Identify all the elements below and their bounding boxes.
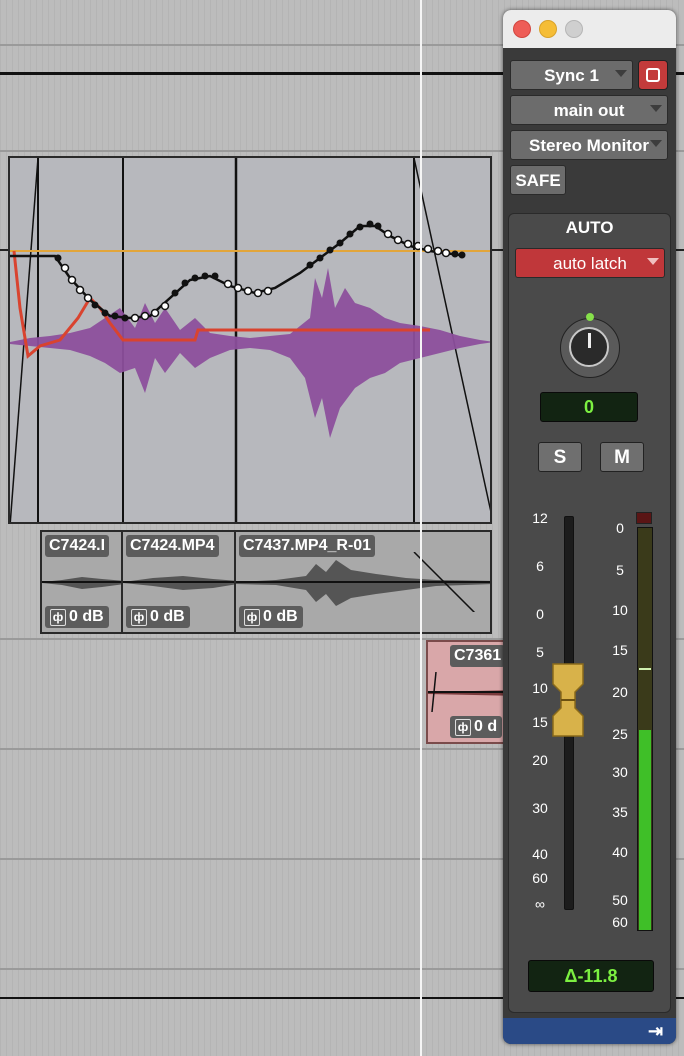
clip-gain-value: 0 dB bbox=[263, 608, 298, 625]
sync-label: Sync 1 bbox=[544, 66, 599, 85]
minimize-light[interactable] bbox=[539, 20, 557, 38]
sync-selector[interactable]: Sync 1 bbox=[510, 60, 633, 90]
meter-scale-label: 35 bbox=[612, 804, 628, 820]
fader-scale-label: ∞ bbox=[535, 896, 545, 912]
clip-waveform bbox=[42, 577, 121, 589]
zoom-light[interactable] bbox=[565, 20, 583, 38]
chevron-down-icon bbox=[615, 70, 627, 77]
clip-waveform bbox=[123, 576, 234, 590]
output-label: main out bbox=[553, 101, 625, 120]
monitor-label: Stereo Monitor bbox=[529, 136, 649, 155]
fader-scale-label: 30 bbox=[532, 800, 548, 816]
fader-scale-label: 6 bbox=[536, 558, 544, 574]
solo-button[interactable]: S bbox=[538, 442, 582, 472]
playhead[interactable] bbox=[420, 0, 422, 1056]
output-window[interactable]: Sync 1 main out Stereo Monitor SAFE AUTO… bbox=[503, 10, 676, 1044]
clip-gain-icon: ф bbox=[244, 609, 260, 626]
mute-button[interactable]: M bbox=[600, 442, 644, 472]
clip-name: C7424.I bbox=[45, 535, 110, 557]
clip-waveform bbox=[236, 552, 490, 612]
automation-mode-label: auto latch bbox=[553, 254, 627, 273]
fader-scale-label: 20 bbox=[532, 752, 548, 768]
safe-button[interactable]: SAFE bbox=[510, 165, 566, 195]
auto-header: AUTO bbox=[565, 218, 614, 237]
fader-scale-label: 5 bbox=[536, 644, 544, 660]
meter-scale-label: 20 bbox=[612, 684, 628, 700]
meter-scale-label: 10 bbox=[612, 602, 628, 618]
close-light[interactable] bbox=[513, 20, 531, 38]
meter-scale-label: 0 bbox=[616, 520, 624, 536]
clip-gain[interactable]: ф0 dB bbox=[45, 606, 109, 628]
fader-scale-label: 0 bbox=[536, 606, 544, 622]
window-bottom-bar: ⇥ bbox=[503, 1018, 676, 1044]
chevron-down-icon bbox=[650, 105, 662, 112]
clip-indicator[interactable] bbox=[636, 512, 652, 524]
chevron-down-icon bbox=[650, 140, 662, 147]
volume-fader[interactable] bbox=[551, 662, 585, 738]
audio-clip[interactable]: C7437.MP4_R-01 ф0 dB bbox=[234, 530, 492, 634]
target-icon bbox=[646, 68, 660, 82]
clip-gain-icon: ф bbox=[50, 609, 66, 626]
automation-mode-selector[interactable]: auto latch bbox=[515, 248, 665, 278]
clip-gain[interactable]: ф0 dB bbox=[126, 606, 190, 628]
level-meter bbox=[637, 527, 653, 931]
clip-gain-icon: ф bbox=[131, 609, 147, 626]
window-titlebar[interactable] bbox=[503, 10, 676, 48]
output-arrow-icon[interactable]: ⇥ bbox=[648, 1021, 663, 1042]
meter-scale-label: 5 bbox=[616, 562, 624, 578]
clip-gain-value: 0 d bbox=[474, 718, 498, 735]
target-button[interactable] bbox=[638, 60, 668, 90]
clip-name: C7437.MP4_R-01 bbox=[239, 535, 376, 557]
clip-gain[interactable]: ф0 d bbox=[450, 716, 503, 738]
clip-name: C7361 bbox=[450, 645, 506, 667]
pan-readout[interactable]: 0 bbox=[540, 392, 638, 422]
audio-clip[interactable]: C7424.MP4 ф0 dB bbox=[121, 530, 236, 634]
meter-scale-label: 40 bbox=[612, 844, 628, 860]
pan-indicator-light bbox=[586, 313, 594, 321]
chevron-down-icon bbox=[647, 258, 659, 265]
monitor-selector[interactable]: Stereo Monitor bbox=[510, 130, 668, 160]
pan-knob-pointer bbox=[588, 333, 591, 348]
fader-scale-label: 40 bbox=[532, 846, 548, 862]
channel-strip: AUTO auto latch 0 S M 12 6 0 5 10 15 20 30 40 60 ∞ bbox=[508, 213, 671, 1013]
meter-scale-label: 15 bbox=[612, 642, 628, 658]
volume-readout[interactable]: Δ-11.8 bbox=[528, 960, 654, 992]
meter-scale-label: 25 bbox=[612, 726, 628, 742]
output-selector[interactable]: main out bbox=[510, 95, 668, 125]
meter-scale-label: 50 bbox=[612, 892, 628, 908]
clip-gain[interactable]: ф0 dB bbox=[239, 606, 303, 628]
fader-scale-label: 60 bbox=[532, 870, 548, 886]
audio-clip[interactable]: C7424.I ф0 dB bbox=[40, 530, 123, 634]
meter-scale-label: 30 bbox=[612, 764, 628, 780]
meter-scale-label: 60 bbox=[612, 914, 628, 930]
clip-gain-value: 0 dB bbox=[150, 608, 185, 625]
clip-gain-value: 0 dB bbox=[69, 608, 104, 625]
clip-name: C7424.MP4 bbox=[126, 535, 219, 557]
clip-gain-icon: ф bbox=[455, 719, 471, 736]
peak-hold-marker bbox=[639, 668, 651, 670]
level-meter-fill bbox=[639, 730, 651, 930]
fader-scale-label: 12 bbox=[532, 510, 548, 526]
pan-knob[interactable] bbox=[560, 313, 620, 378]
